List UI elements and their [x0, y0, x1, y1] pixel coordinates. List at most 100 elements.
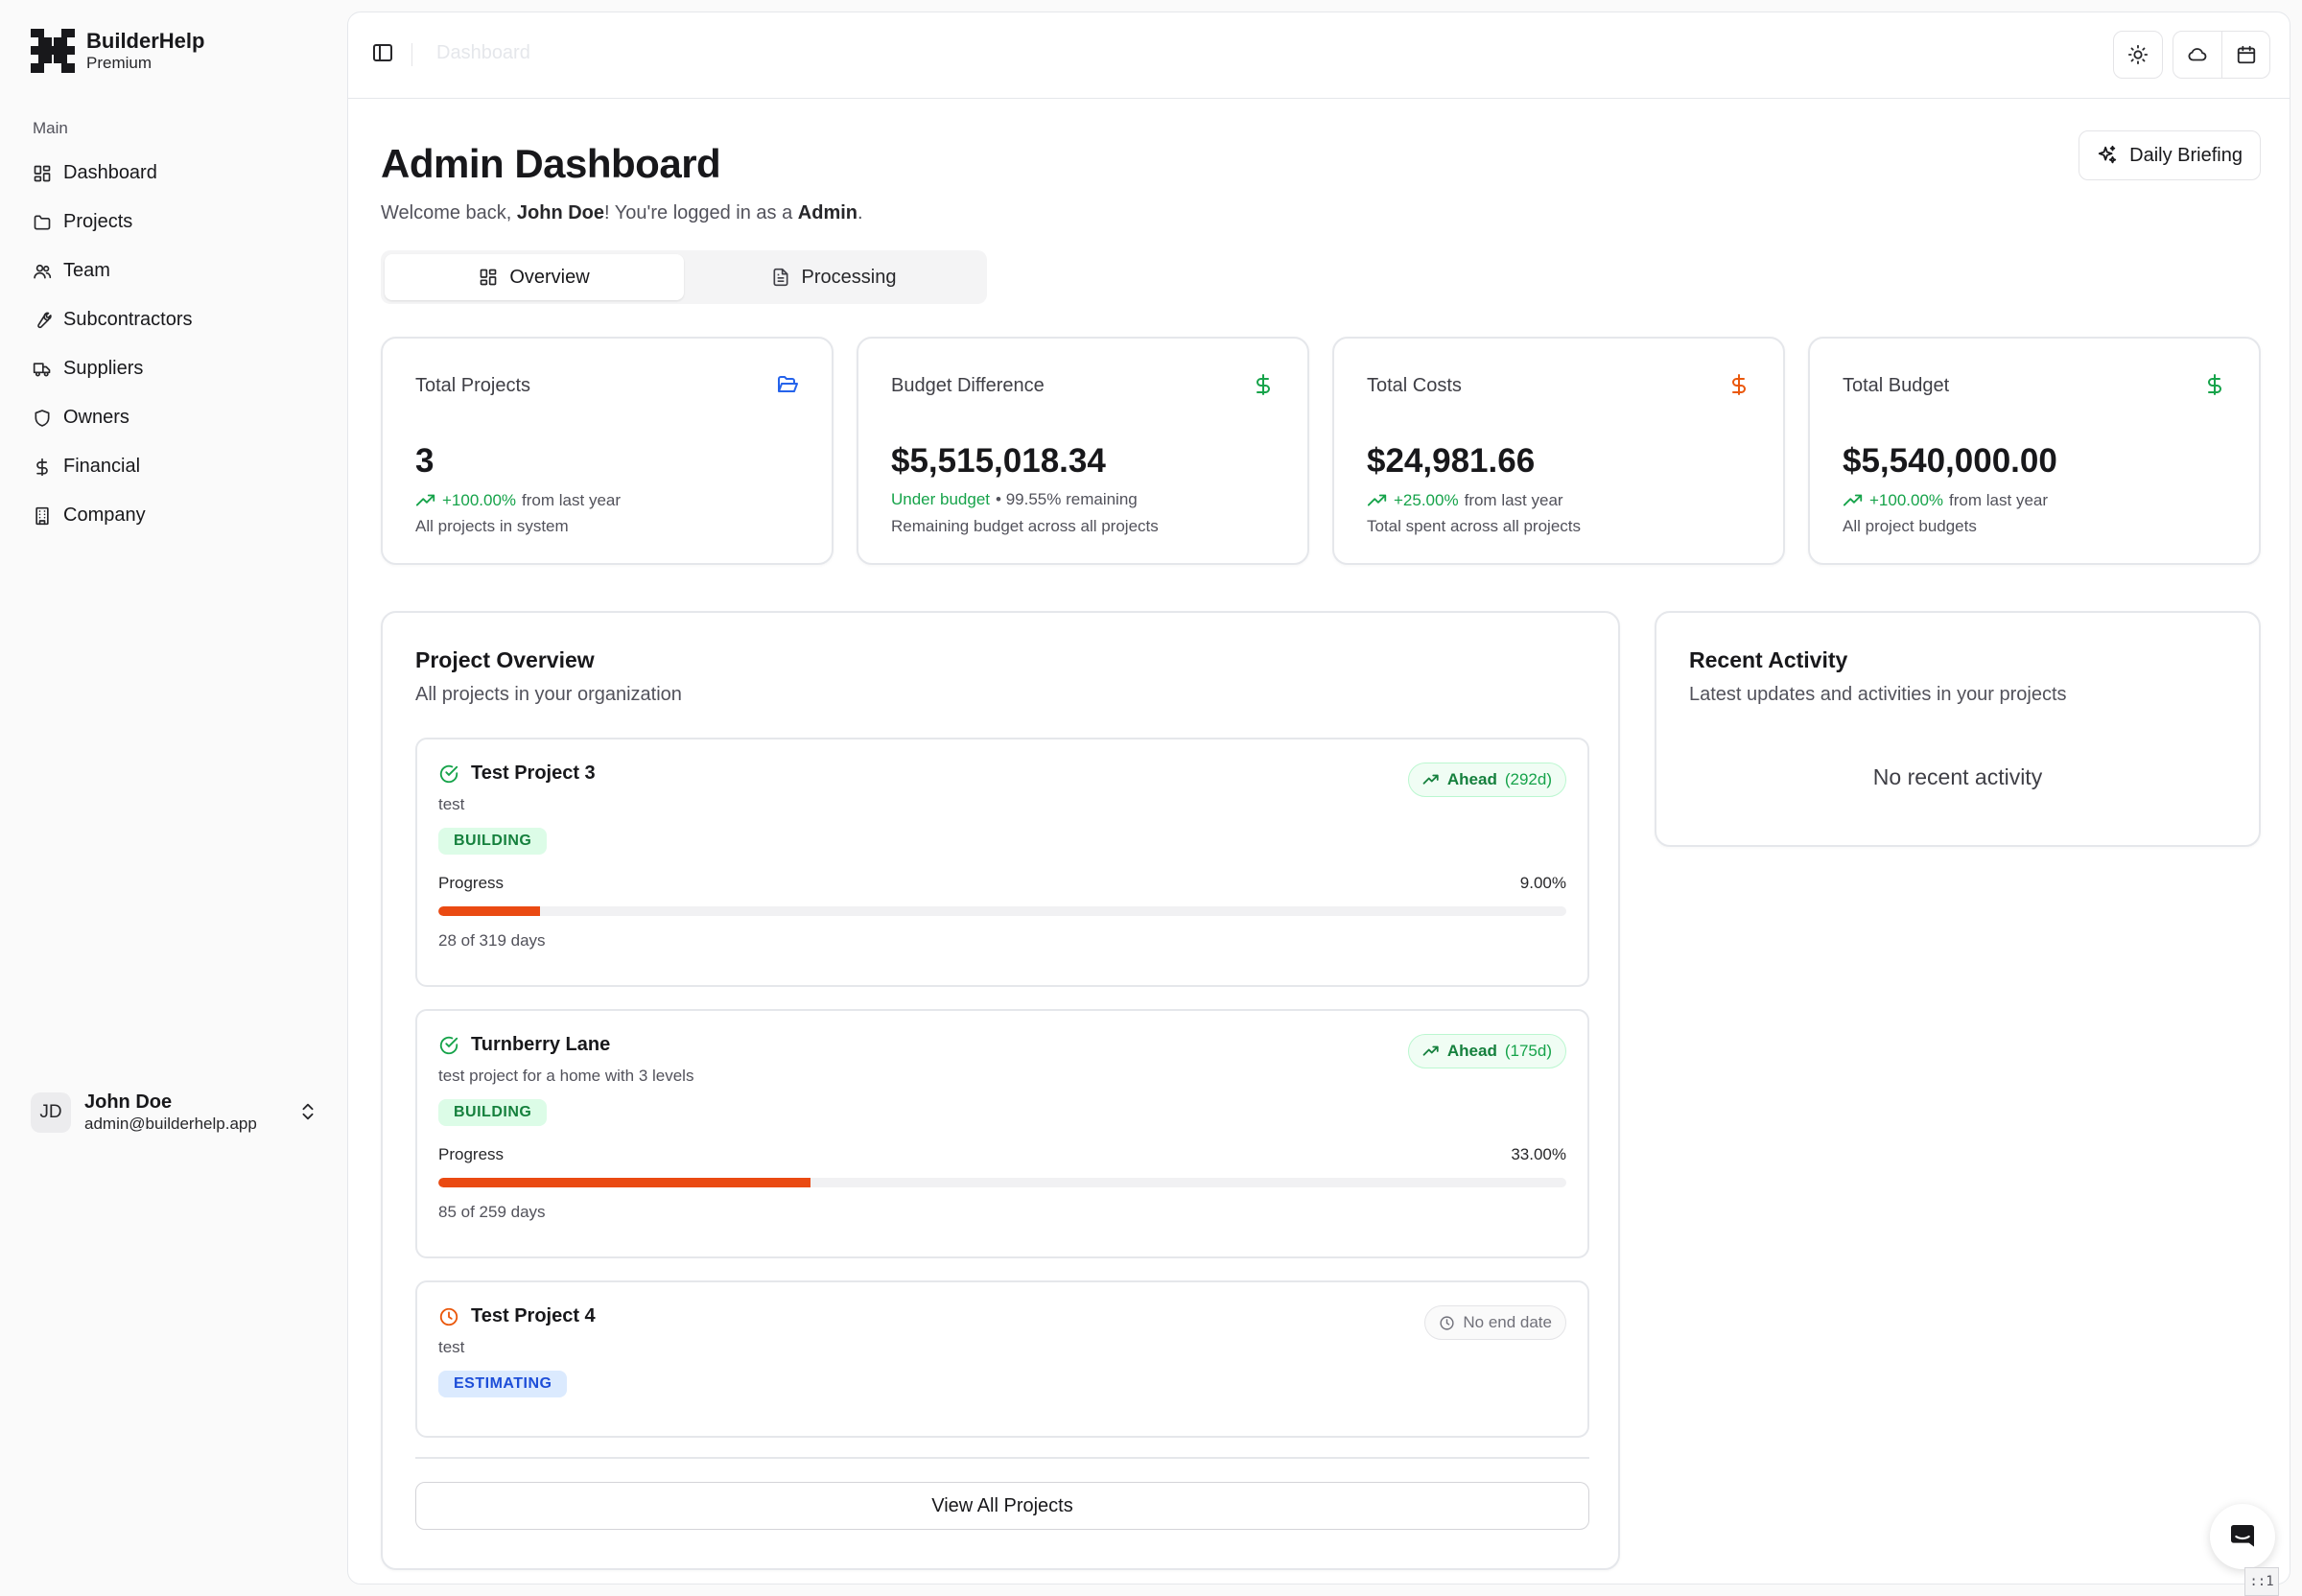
chat-icon — [2231, 1525, 2254, 1547]
trending-up-icon — [1367, 494, 1387, 506]
user-menu[interactable]: JD John Doe admin@builderhelp.app — [31, 1088, 318, 1138]
trending-up-icon — [1843, 494, 1863, 506]
weather-button[interactable] — [2173, 32, 2221, 78]
status-badge: ESTIMATING — [438, 1371, 568, 1397]
project-overview-card: Project Overview All projects in your or… — [381, 611, 1620, 1570]
progress-percent: 33.00% — [1511, 1145, 1566, 1163]
sidebar-item-label: Team — [63, 260, 110, 281]
sidebar-item-projects[interactable]: Projects — [23, 198, 330, 246]
tab-label: Processing — [801, 266, 897, 288]
calendar-icon — [2237, 45, 2255, 64]
welcome-name: John Doe — [516, 202, 605, 223]
dollar-icon — [1732, 374, 1746, 395]
stat-card-budget-difference: Budget Difference $5,515,018.34 Under bu… — [857, 337, 1309, 565]
sidebar-item-team[interactable]: Team — [23, 246, 330, 295]
chat-launcher-button[interactable] — [2210, 1504, 2275, 1569]
sidebar-item-financial[interactable]: Financial — [23, 442, 330, 491]
sidebar-item-owners[interactable]: Owners — [23, 393, 330, 442]
project-card-test-project-3[interactable]: Test Project 3 Ahead (292d) test BUILDIN… — [415, 738, 1589, 987]
tab-overview[interactable]: Overview — [385, 254, 684, 300]
project-card-turnberry-lane[interactable]: Turnberry Lane Ahead (175d) test project… — [415, 1009, 1589, 1258]
check-circle-icon — [439, 764, 458, 783]
truck-icon — [33, 362, 51, 376]
stat-trend: +100.00% from last year — [1843, 490, 2048, 511]
budget-status: Under budget — [891, 490, 991, 508]
divider — [415, 1457, 1589, 1459]
wrench-icon — [37, 312, 52, 328]
project-description: test — [438, 795, 465, 813]
sidebar-section-label: Main — [33, 119, 68, 137]
calendar-button[interactable] — [2221, 32, 2269, 78]
user-email: admin@builderhelp.app — [84, 1115, 257, 1133]
sidebar-item-suppliers[interactable]: Suppliers — [23, 344, 330, 393]
welcome-suffix: . — [857, 202, 863, 223]
project-header: Test Project 3 — [438, 763, 596, 785]
sidebar-item-subcontractors[interactable]: Subcontractors — [23, 295, 330, 344]
progress-percent: 9.00% — [1519, 874, 1566, 892]
dashboard-tabs: Overview Processing — [381, 250, 987, 304]
stat-subtitle: All projects in system — [415, 517, 569, 535]
welcome-message: Welcome back, John Doe! You're logged in… — [381, 202, 863, 224]
breadcrumb[interactable]: Dashboard — [436, 42, 530, 64]
view-all-projects-button[interactable]: View All Projects — [415, 1482, 1589, 1530]
card-title: Recent Activity — [1689, 647, 1848, 672]
project-name: Test Project 4 — [471, 1305, 596, 1326]
stat-card-total-budget: Total Budget $5,540,000.00 +100.00% from… — [1808, 337, 2261, 565]
dollar-icon — [1257, 374, 1270, 395]
daily-briefing-label: Daily Briefing — [2129, 144, 2243, 166]
status-badge: BUILDING — [438, 828, 548, 855]
sidebar-item-label: Subcontractors — [63, 309, 193, 330]
stat-value: $24,981.66 — [1367, 442, 1536, 480]
trend-value: +100.00% — [1869, 491, 1944, 509]
chevrons-up-down-icon — [302, 1103, 314, 1120]
avatar: JD — [31, 1092, 71, 1133]
project-description: test — [438, 1338, 465, 1356]
dashboard-grid-icon — [480, 269, 497, 286]
topbar: Dashboard — [348, 12, 2290, 99]
sidebar-item-company[interactable]: Company — [23, 491, 330, 540]
card-subtitle: Latest updates and activities in your pr… — [1689, 684, 2067, 705]
sidebar-item-dashboard[interactable]: Dashboard — [23, 149, 330, 198]
trending-up-icon — [415, 494, 435, 506]
project-header: Turnberry Lane — [438, 1034, 610, 1056]
topbar-button-group — [2173, 31, 2270, 79]
schedule-status: Ahead — [1446, 1042, 1497, 1060]
project-name: Test Project 3 — [471, 763, 596, 784]
stat-trend: +25.00% from last year — [1367, 490, 1563, 511]
toggle-sidebar-button[interactable] — [371, 41, 394, 64]
empty-state: No recent activity — [1872, 764, 2043, 789]
schedule-badge: Ahead (292d) — [1407, 763, 1566, 797]
project-card-test-project-4[interactable]: Test Project 4 No end date test ESTIMATI… — [415, 1280, 1589, 1438]
trend-suffix: from last year — [522, 491, 622, 509]
schedule-status: No end date — [1463, 1313, 1552, 1331]
schedule-badge: No end date — [1424, 1305, 1566, 1340]
dev-indicator[interactable]: ::1 — [2244, 1567, 2279, 1596]
stat-status: Under budget • 99.55% remaining — [891, 490, 1138, 509]
folder-icon — [34, 215, 51, 229]
progress-label: Progress — [438, 1145, 505, 1163]
stat-value: $5,540,000.00 — [1843, 442, 2057, 480]
shield-icon — [35, 409, 50, 427]
stat-value: 3 — [415, 442, 435, 480]
trend-suffix: from last year — [1464, 491, 1563, 509]
recent-activity-card: Recent Activity Latest updates and activ… — [1655, 611, 2261, 847]
stats-row: Total Projects 3 +100.00% from last year… — [381, 337, 2261, 565]
trend-suffix: from last year — [1949, 491, 2049, 509]
sidebar-item-label: Owners — [63, 407, 129, 428]
tab-processing[interactable]: Processing — [684, 254, 983, 300]
stat-title: Total Budget — [1843, 375, 1950, 396]
theme-toggle-button[interactable] — [2113, 31, 2163, 79]
progress-fill — [438, 1178, 811, 1187]
daily-briefing-button[interactable]: Daily Briefing — [2079, 130, 2261, 180]
schedule-badge: Ahead (175d) — [1407, 1034, 1566, 1068]
tab-label: Overview — [509, 266, 590, 288]
stat-trend: +100.00% from last year — [415, 490, 621, 511]
stat-title: Total Projects — [415, 375, 531, 396]
trend-value: +25.00% — [1394, 491, 1459, 509]
progress-days: 28 of 319 days — [438, 931, 546, 950]
folder-open-icon — [778, 376, 798, 392]
building-icon — [35, 506, 49, 525]
sidebar-item-label: Financial — [63, 456, 141, 477]
sidebar-item-label: Dashboard — [63, 162, 157, 183]
brand[interactable]: BuilderHelp Premium — [31, 29, 204, 73]
